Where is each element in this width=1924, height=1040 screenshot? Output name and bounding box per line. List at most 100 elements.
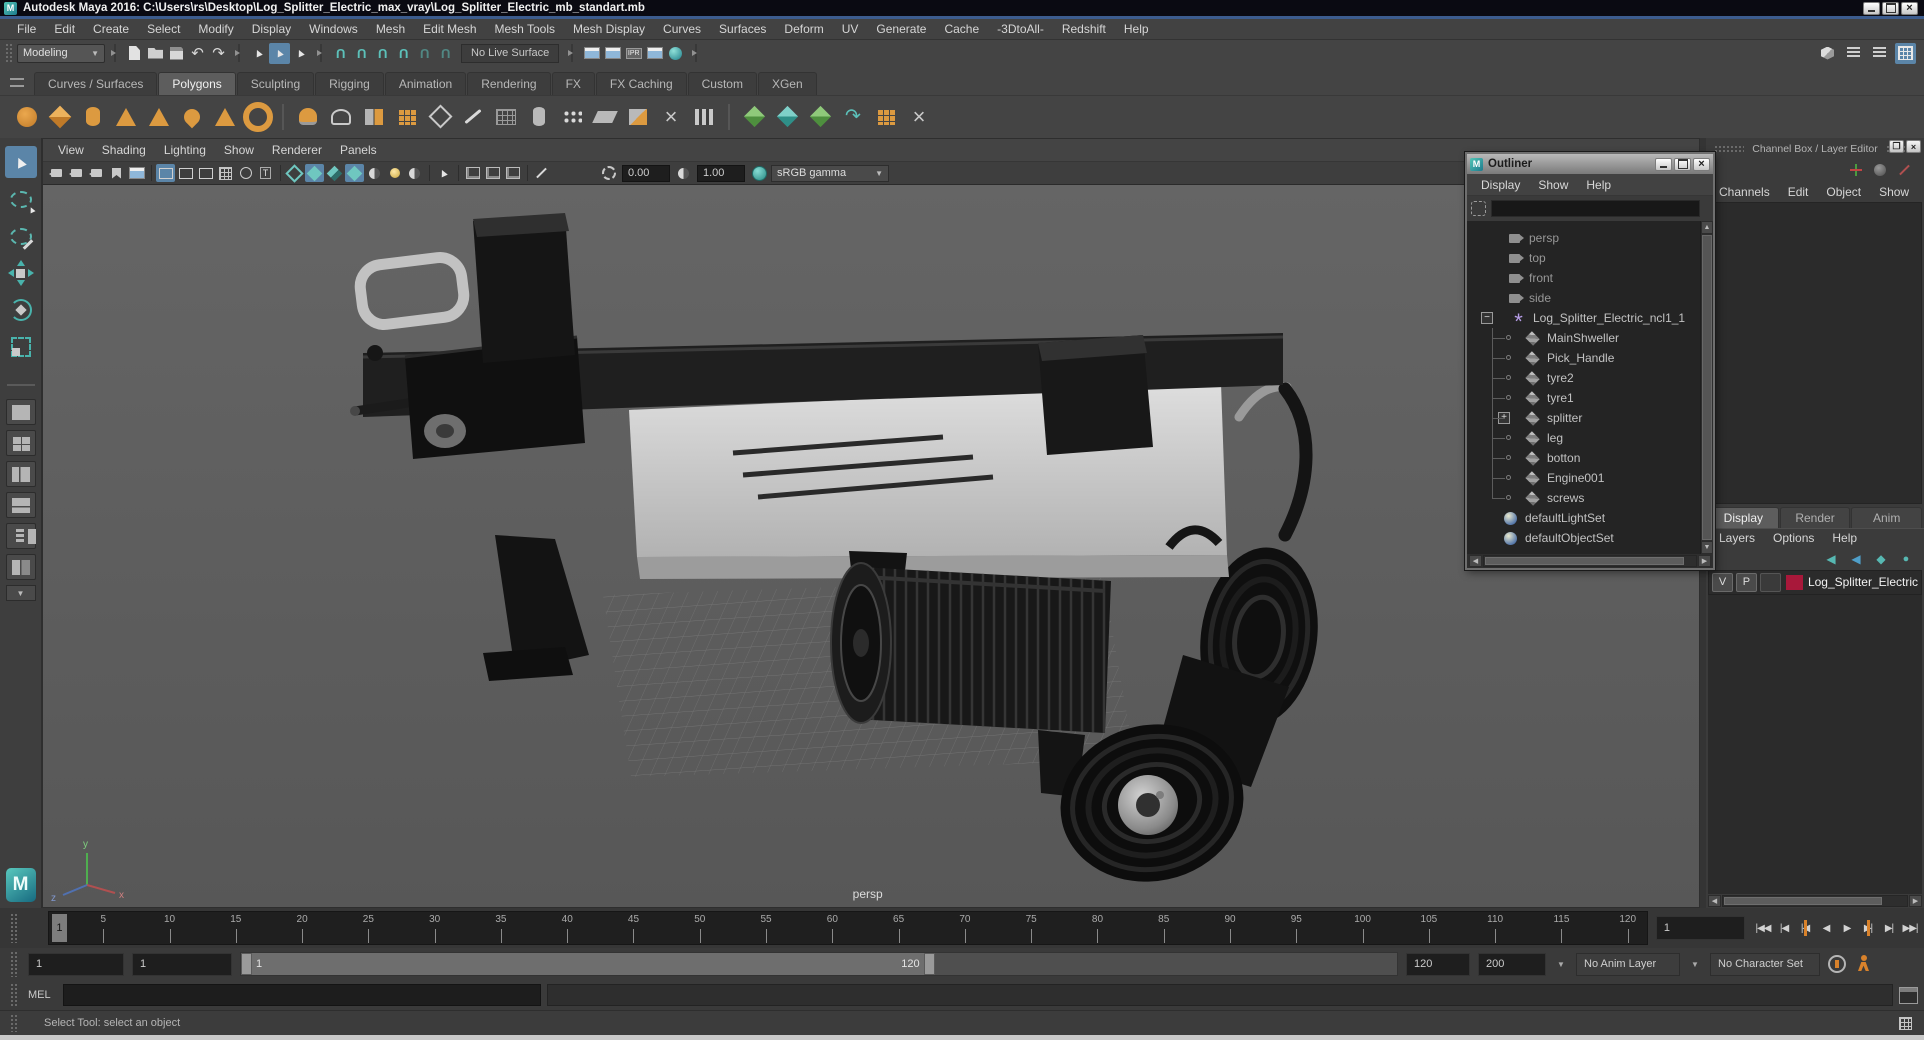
section-collapser[interactable]: [234, 42, 243, 64]
poly-cone-icon[interactable]: [111, 102, 141, 132]
layer-editor-tab[interactable]: Anim: [1851, 506, 1923, 528]
layout-persp-graph-button[interactable]: [5, 492, 36, 518]
menu-item[interactable]: Cache: [935, 22, 988, 36]
menu-item[interactable]: Curves: [654, 22, 710, 36]
toolbar-separator[interactable]: [454, 164, 462, 182]
use-default-material-icon[interactable]: [365, 164, 384, 182]
paint-select-tool[interactable]: [5, 220, 37, 252]
popout-panel-button[interactable]: ❐: [1889, 140, 1904, 153]
panel-menu-item[interactable]: Lighting: [155, 143, 215, 157]
maximize-window-button[interactable]: [1674, 157, 1691, 171]
go-to-end-button[interactable]: ▶▶|: [1900, 916, 1920, 940]
step-forward-frame-button[interactable]: ▶|: [1879, 916, 1899, 940]
snap-point-icon[interactable]: [372, 43, 393, 64]
play-backwards-button[interactable]: ◀: [1816, 916, 1836, 940]
camera-attributes-icon[interactable]: [87, 164, 106, 182]
safe-title-icon[interactable]: [256, 164, 275, 182]
playback-end-field[interactable]: 120: [1406, 952, 1470, 976]
scrollbar-thumb[interactable]: [1702, 235, 1712, 540]
pane-layout-icon[interactable]: [503, 164, 522, 182]
outliner-menu-item[interactable]: Display: [1472, 178, 1529, 192]
outliner-item[interactable]: botton: [1467, 448, 1700, 468]
menu-item[interactable]: Modify: [189, 22, 242, 36]
command-input[interactable]: [62, 984, 541, 1006]
outliner-item[interactable]: front: [1467, 268, 1700, 288]
lighting-icon[interactable]: [385, 164, 404, 182]
layer-editor-tab[interactable]: Render: [1779, 506, 1851, 528]
lasso-select-tool[interactable]: [5, 183, 37, 215]
exposure-icon[interactable]: [599, 164, 618, 182]
layout-persp-outliner-button[interactable]: [5, 461, 36, 487]
scrollbar-thumb[interactable]: [1485, 557, 1685, 565]
smooth-shade-icon[interactable]: [305, 164, 324, 182]
scroll-up-icon[interactable]: ▲: [1701, 221, 1713, 234]
make-live-icon[interactable]: [435, 43, 456, 64]
scroll-down-icon[interactable]: ▼: [1701, 541, 1713, 554]
shelf-tab[interactable]: XGen: [757, 72, 817, 95]
menu-item[interactable]: Edit: [45, 22, 84, 36]
move-layer-down-icon[interactable]: [1848, 551, 1864, 567]
outliner-item[interactable]: top: [1467, 248, 1700, 268]
shelf-tab[interactable]: FX Caching: [595, 72, 687, 95]
paste-pane-icon[interactable]: [483, 164, 502, 182]
mirror-icon[interactable]: [656, 102, 686, 132]
current-time-marker[interactable]: 1: [51, 914, 67, 942]
outliner-search-input[interactable]: [1491, 200, 1700, 217]
menu-item[interactable]: Display: [243, 22, 300, 36]
move-tool[interactable]: [5, 257, 37, 289]
outliner-item[interactable]: defaultLightSet: [1467, 508, 1700, 528]
outliner-hscrollbar[interactable]: ◀ ▶: [1467, 554, 1713, 568]
layer-editor-menu-item[interactable]: Help: [1823, 531, 1866, 545]
copy-pane-icon[interactable]: [463, 164, 482, 182]
close-window-button[interactable]: [1901, 1, 1918, 15]
bounding-box-icon[interactable]: [325, 164, 344, 182]
shelf-tab[interactable]: Custom: [687, 72, 757, 95]
play-forwards-button[interactable]: ▶: [1837, 916, 1857, 940]
layer-display-type-toggle[interactable]: [1759, 572, 1781, 592]
channel-box-menu-item[interactable]: Show: [1870, 185, 1918, 199]
menu-item[interactable]: Generate: [867, 22, 935, 36]
render-view-icon[interactable]: [581, 43, 602, 64]
menu-item[interactable]: Help: [1115, 22, 1158, 36]
menu-item[interactable]: Mesh: [367, 22, 414, 36]
shelf-tab[interactable]: Curves / Surfaces: [34, 72, 158, 95]
live-surface-field[interactable]: No Live Surface: [461, 43, 560, 63]
drag-handle[interactable]: [1714, 144, 1745, 153]
combine-icon[interactable]: [359, 102, 389, 132]
outliner-item[interactable]: screws: [1467, 488, 1700, 508]
current-frame-field[interactable]: 1: [1655, 916, 1745, 940]
smooth-mesh-icon[interactable]: [293, 102, 323, 132]
outliner-item[interactable]: leg: [1467, 428, 1700, 448]
shelf-tab[interactable]: Rigging: [315, 72, 384, 95]
script-editor-icon[interactable]: [1899, 986, 1918, 1004]
range-start-handle[interactable]: [241, 953, 252, 975]
outliner-item[interactable]: splitter: [1467, 408, 1700, 428]
poly-torus-icon[interactable]: [243, 102, 273, 132]
drag-handle[interactable]: [10, 983, 19, 1007]
outliner-item[interactable]: side: [1467, 288, 1700, 308]
channel-box-icon[interactable]: [1895, 42, 1916, 64]
layout-hypershade-persp-button[interactable]: [5, 523, 36, 549]
time-slider[interactable]: 5 10 15 20 25 30 35 40 45 50 55 60 65 70 75 80 85 90 95 100…: [47, 911, 1648, 945]
menu-item[interactable]: Deform: [775, 22, 832, 36]
outliner-title-bar[interactable]: M Outliner: [1467, 154, 1713, 174]
menu-item[interactable]: -3DtoAll-: [988, 22, 1053, 36]
exposure-field[interactable]: 0.00: [622, 164, 670, 182]
snap-surface-icon[interactable]: [414, 43, 435, 64]
snap-view-plane-icon[interactable]: [393, 43, 414, 64]
bevel-icon[interactable]: [425, 102, 455, 132]
save-scene-icon[interactable]: [166, 43, 187, 64]
view-transform-dropdown[interactable]: sRGB gamma ▼: [771, 164, 889, 182]
shelf-tab[interactable]: Sculpting: [236, 72, 315, 95]
render-settings-icon[interactable]: [644, 43, 665, 64]
restore-window-button[interactable]: [1882, 1, 1899, 15]
toolbar-separator[interactable]: [276, 164, 284, 182]
tool-settings-icon[interactable]: [1843, 43, 1864, 64]
layer-playback-toggle[interactable]: P: [1735, 572, 1757, 592]
animation-preferences-button[interactable]: [1854, 955, 1872, 973]
snap-grid-icon[interactable]: [330, 43, 351, 64]
gamma-icon[interactable]: [674, 164, 693, 182]
menu-item[interactable]: File: [8, 22, 45, 36]
panel-menu-item[interactable]: Show: [215, 143, 263, 157]
outliner-item[interactable]: tyre1: [1467, 388, 1700, 408]
